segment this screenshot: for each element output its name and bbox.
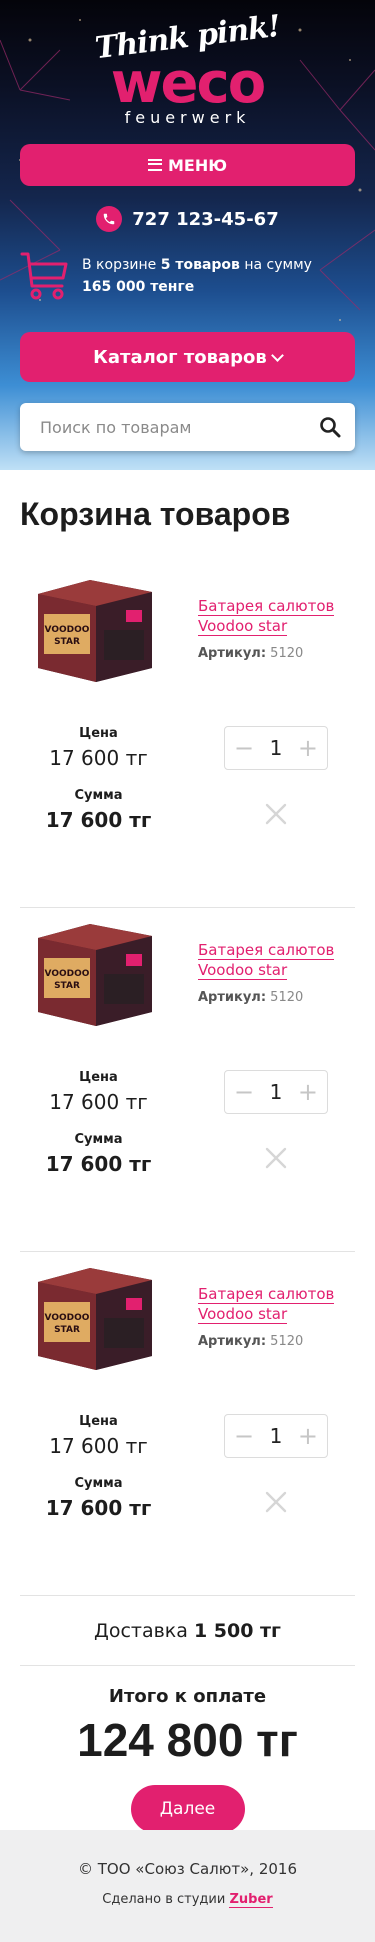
product-box-text: VOODOO — [45, 1313, 90, 1323]
article-label: Артикул: — [198, 646, 267, 661]
product-image[interactable]: VOODOO STAR — [30, 1262, 160, 1372]
studio-link[interactable]: Zuber — [229, 1892, 273, 1908]
price-value: 17 600 тг — [49, 746, 148, 770]
cart-count: 5 товаров — [160, 257, 240, 273]
plus-icon[interactable]: + — [297, 1424, 319, 1448]
search-input[interactable] — [40, 417, 319, 437]
product-box-text: VOODOO — [45, 969, 90, 979]
sum-label: Сумма — [74, 1476, 123, 1491]
price-value: 17 600 тг — [49, 1090, 148, 1114]
plus-icon[interactable]: + — [297, 736, 319, 760]
sum-label: Сумма — [74, 1132, 123, 1147]
minus-icon[interactable]: − — [233, 1080, 255, 1104]
price-value: 17 600 тг — [49, 1434, 148, 1458]
site-footer: © ТОО «Союз Салют», 2016 Сделано в студи… — [0, 1830, 375, 1942]
product-name: Батарея салютов Voodoo star — [198, 597, 335, 636]
menu-button[interactable]: МЕНЮ — [20, 144, 355, 186]
product-name-link[interactable]: Батарея салютов Voodoo star — [198, 1284, 348, 1324]
menu-icon — [147, 159, 162, 171]
menu-button-label: МЕНЮ — [167, 155, 228, 175]
next-button[interactable]: Далее — [130, 1785, 245, 1833]
plus-icon[interactable]: + — [297, 1080, 319, 1104]
logo-subtitle: feuerwerk — [124, 108, 251, 127]
product-box-text-2: STAR — [54, 1325, 80, 1335]
quantity-value[interactable]: 1 — [270, 1424, 283, 1448]
product-article: Артикул: 5120 — [198, 990, 303, 1005]
article-value: 5120 — [270, 1334, 304, 1349]
cart-text-mid: на сумму — [244, 257, 312, 273]
product-image[interactable]: VOODOO STAR — [30, 574, 160, 684]
search-bar — [20, 403, 355, 451]
site-header: Think pink! weco feuerwerk МЕНЮ 727 123-… — [0, 0, 375, 470]
article-label: Артикул: — [198, 990, 267, 1005]
chevron-down-icon — [270, 348, 284, 362]
product-box-text-2: STAR — [54, 637, 80, 647]
cart-text-prefix: В корзине — [82, 257, 157, 273]
sum-value: 17 600 тг — [45, 808, 152, 832]
phone-link[interactable]: 727 123-45-67 — [0, 206, 375, 232]
sum-value: 17 600 тг — [45, 1152, 152, 1176]
cart-item: VOODOO STAR Батарея салютов Voodoo star … — [20, 1252, 355, 1596]
total-label: Итого к оплате — [108, 1686, 267, 1707]
product-image[interactable]: VOODOO STAR — [30, 918, 160, 1028]
product-article: Артикул: 5120 — [198, 1334, 303, 1349]
product-name: Батарея салютов Voodoo star — [198, 1285, 335, 1324]
studio-text: Сделано в студии — [102, 1892, 226, 1907]
product-name: Батарея салютов Voodoo star — [198, 941, 335, 980]
phone-icon — [96, 206, 123, 232]
delivery-value: 1 500 тг — [193, 1619, 281, 1642]
cart-summary[interactable]: В корзине 5 товаров на сумму 165 000 тен… — [20, 248, 312, 304]
sum-label: Сумма — [74, 788, 123, 803]
cart-icon — [20, 252, 68, 300]
catalog-button[interactable]: Каталог товаров — [20, 332, 355, 382]
price-label: Цена — [79, 1414, 118, 1429]
product-name-link[interactable]: Батарея салютов Voodoo star — [198, 596, 348, 636]
quantity-stepper: − 1 + — [224, 726, 328, 770]
cart-page: Корзина товаров VOODOO STAR Батарея салю… — [0, 470, 375, 1833]
sum-value: 17 600 тг — [45, 1496, 152, 1520]
close-icon[interactable] — [264, 802, 288, 826]
cart-item: VOODOO STAR Батарея салютов Voodoo star … — [20, 564, 355, 908]
close-icon[interactable] — [264, 1146, 288, 1170]
phone-number: 727 123-45-67 — [132, 208, 279, 230]
quantity-stepper: − 1 + — [224, 1070, 328, 1114]
product-article: Артикул: 5120 — [198, 646, 303, 661]
cart-item: VOODOO STAR Батарея салютов Voodoo star … — [20, 908, 355, 1252]
price-label: Цена — [79, 726, 118, 741]
quantity-value[interactable]: 1 — [270, 1080, 283, 1104]
quantity-stepper: − 1 + — [224, 1414, 328, 1458]
next-button-label: Далее — [159, 1799, 216, 1819]
search-icon[interactable] — [319, 416, 341, 438]
article-value: 5120 — [270, 990, 304, 1005]
article-value: 5120 — [270, 646, 304, 661]
logo[interactable]: weco — [0, 54, 375, 114]
page-title: Корзина товаров — [20, 496, 291, 532]
total-value: 124 800 тг — [77, 1714, 298, 1766]
delivery-label: Доставка — [93, 1619, 188, 1642]
catalog-button-label: Каталог товаров — [93, 346, 267, 368]
quantity-value[interactable]: 1 — [270, 736, 283, 760]
minus-icon[interactable]: − — [233, 736, 255, 760]
price-label: Цена — [79, 1070, 118, 1085]
cart-total: 165 000 тенге — [82, 279, 195, 295]
studio-credit: Сделано в студии Zuber — [0, 1892, 375, 1908]
article-label: Артикул: — [198, 1334, 267, 1349]
minus-icon[interactable]: − — [233, 1424, 255, 1448]
product-box-text: VOODOO — [45, 625, 90, 635]
copyright: © ТОО «Союз Салют», 2016 — [77, 1860, 298, 1878]
close-icon[interactable] — [264, 1490, 288, 1514]
product-name-link[interactable]: Батарея салютов Voodoo star — [198, 940, 348, 980]
cart-summary-text: В корзине 5 товаров на сумму 165 000 тен… — [82, 254, 312, 298]
delivery-row: Доставка 1 500 тг — [20, 1596, 355, 1666]
product-box-text-2: STAR — [54, 981, 80, 991]
